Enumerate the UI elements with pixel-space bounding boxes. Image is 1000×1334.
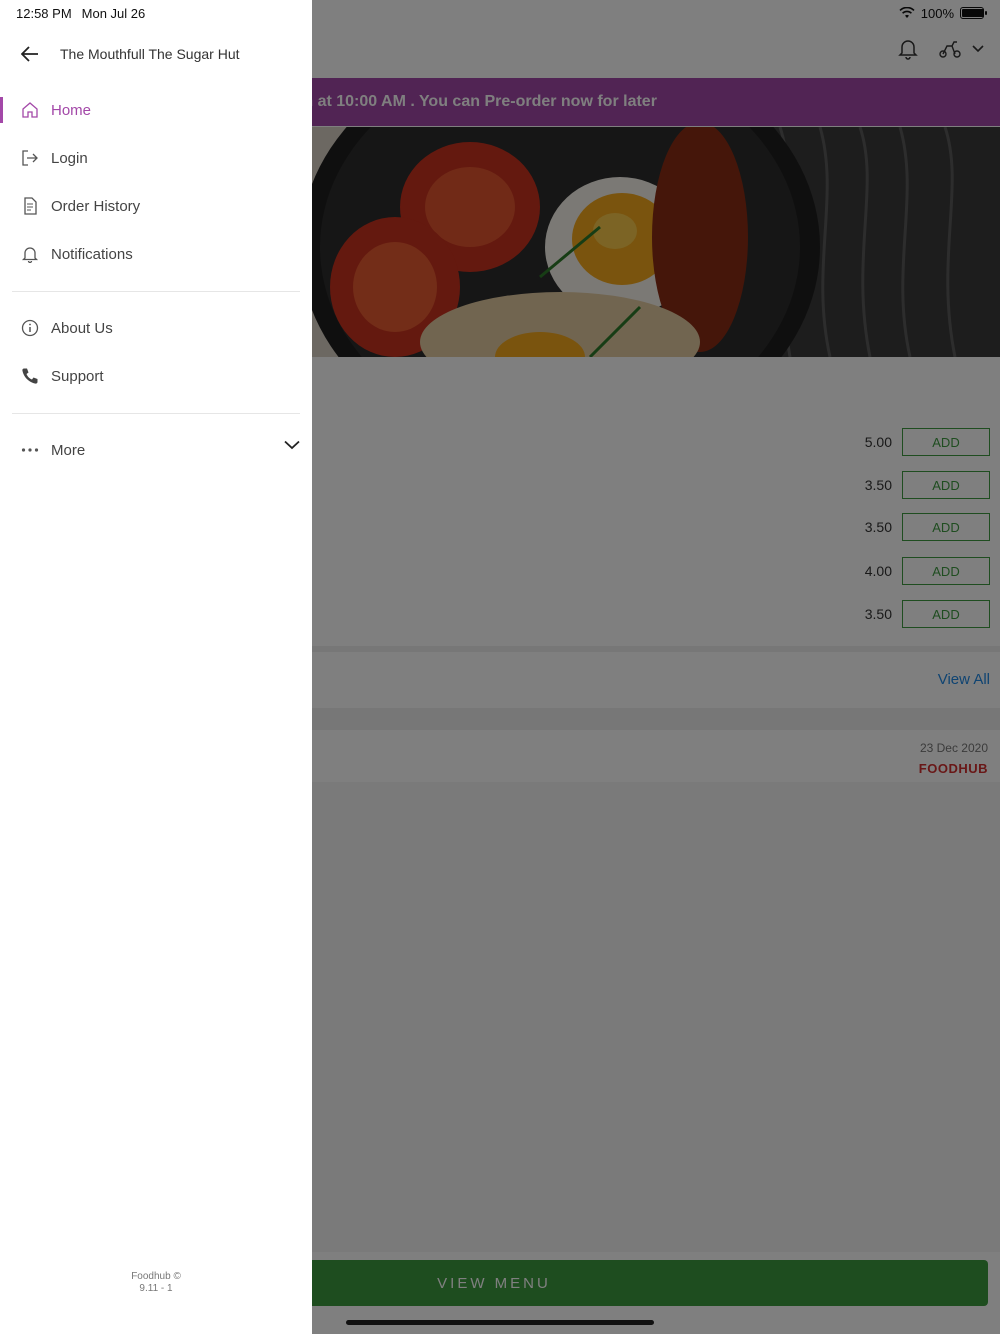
drawer-item-about-us[interactable]: About Us	[0, 306, 312, 350]
drawer-item-label: Notifications	[51, 245, 133, 263]
drawer-item-home[interactable]: Home	[0, 88, 312, 132]
home-indicator[interactable]	[346, 1320, 654, 1325]
side-drawer: 12:58 PM Mon Jul 26 The Mouthfull The Su…	[0, 0, 312, 1334]
drawer-item-order-history[interactable]: Order History	[0, 184, 312, 228]
home-icon	[20, 100, 40, 120]
drawer-item-label: Order History	[51, 197, 141, 215]
more-dots-icon	[20, 440, 40, 460]
drawer-item-label: Support	[51, 367, 104, 385]
drawer-header: The Mouthfull The Sugar Hut	[0, 30, 312, 78]
drawer-divider	[12, 291, 300, 292]
status-time: 12:58 PM	[16, 5, 72, 21]
footer-version: 9.11 - 1	[139, 1283, 173, 1294]
drawer-item-login[interactable]: Login	[0, 136, 312, 180]
drawer-item-label: Home	[51, 101, 92, 119]
drawer-divider	[12, 413, 300, 414]
info-icon	[20, 318, 40, 338]
arrow-left-icon	[21, 46, 38, 62]
drawer-item-label: More	[51, 441, 86, 459]
order-history-icon	[20, 196, 40, 216]
drawer-item-support[interactable]: Support	[0, 354, 312, 398]
bell-icon	[20, 244, 40, 264]
drawer-item-notifications[interactable]: Notifications	[0, 232, 312, 276]
login-icon	[20, 148, 40, 168]
drawer-footer: Foodhub © 9.11 - 1	[0, 1271, 312, 1295]
chevron-down-icon	[284, 440, 300, 450]
status-bar-left: 12:58 PM Mon Jul 26	[16, 4, 145, 22]
footer-copyright: Foodhub ©	[131, 1271, 181, 1282]
back-button[interactable]	[0, 30, 60, 78]
restaurant-name: The Mouthfull The Sugar Hut	[60, 46, 240, 62]
drawer-item-more[interactable]: More	[0, 428, 312, 472]
drawer-item-label: Login	[51, 149, 88, 167]
phone-icon	[20, 366, 40, 386]
drawer-item-label: About Us	[51, 319, 113, 337]
status-date: Mon Jul 26	[81, 5, 146, 21]
